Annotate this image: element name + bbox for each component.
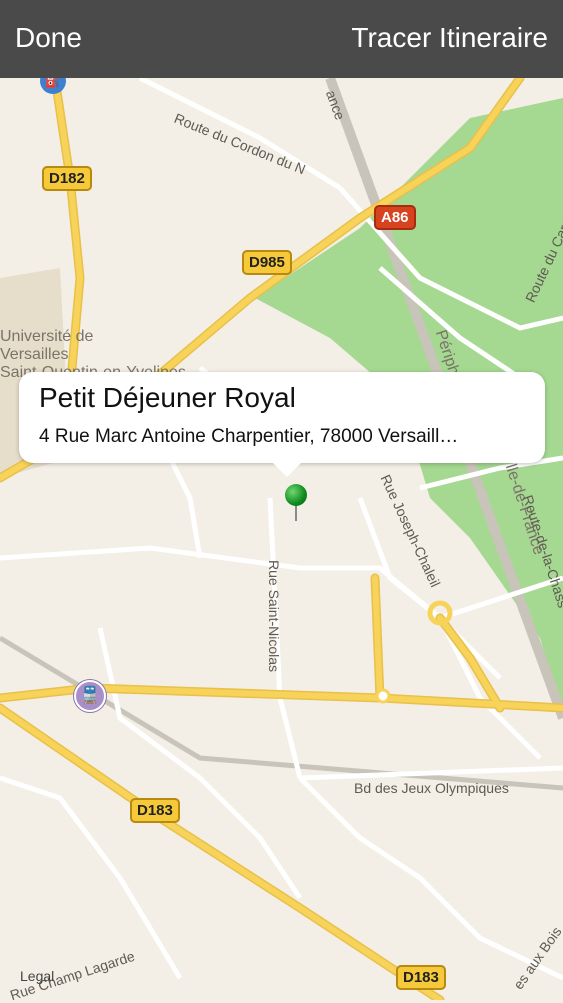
road-shield-d183-a: D183	[130, 798, 180, 823]
place-title: Petit Déjeuner Royal	[39, 382, 296, 413]
street-label-rue-saint-nicolas: Rue Saint-Nicolas	[266, 560, 282, 673]
navigation-bar: Done Tracer Itineraire	[0, 0, 563, 78]
road-shield-d182: D182	[42, 166, 92, 191]
road-shield-a86: A86	[374, 205, 416, 230]
road-shield-d985: D985	[242, 250, 292, 275]
road-shield-d183-b: D183	[396, 965, 446, 990]
place-label-universite-1: Université de	[0, 328, 94, 345]
train-station-icon[interactable]: 🚆	[74, 680, 106, 712]
map-view[interactable]: D182 D985 A86 D183 D183 Route du Cordon …	[0, 68, 563, 1003]
legal-link[interactable]: Legal	[20, 968, 54, 984]
done-button[interactable]: Done	[15, 22, 82, 54]
route-button[interactable]: Tracer Itineraire	[351, 22, 548, 54]
map-canvas	[0, 78, 563, 1000]
place-label-universite-2: Versailles	[0, 346, 69, 363]
location-pin-icon[interactable]	[285, 484, 307, 506]
street-label-bd-jeux: Bd des Jeux Olympiques	[354, 780, 509, 796]
callout-pointer	[271, 461, 303, 477]
place-callout[interactable]: Petit Déjeuner Royal 4 Rue Marc Antoine …	[19, 372, 545, 477]
place-address: 4 Rue Marc Antoine Charpentier, 78000 Ve…	[39, 426, 459, 447]
